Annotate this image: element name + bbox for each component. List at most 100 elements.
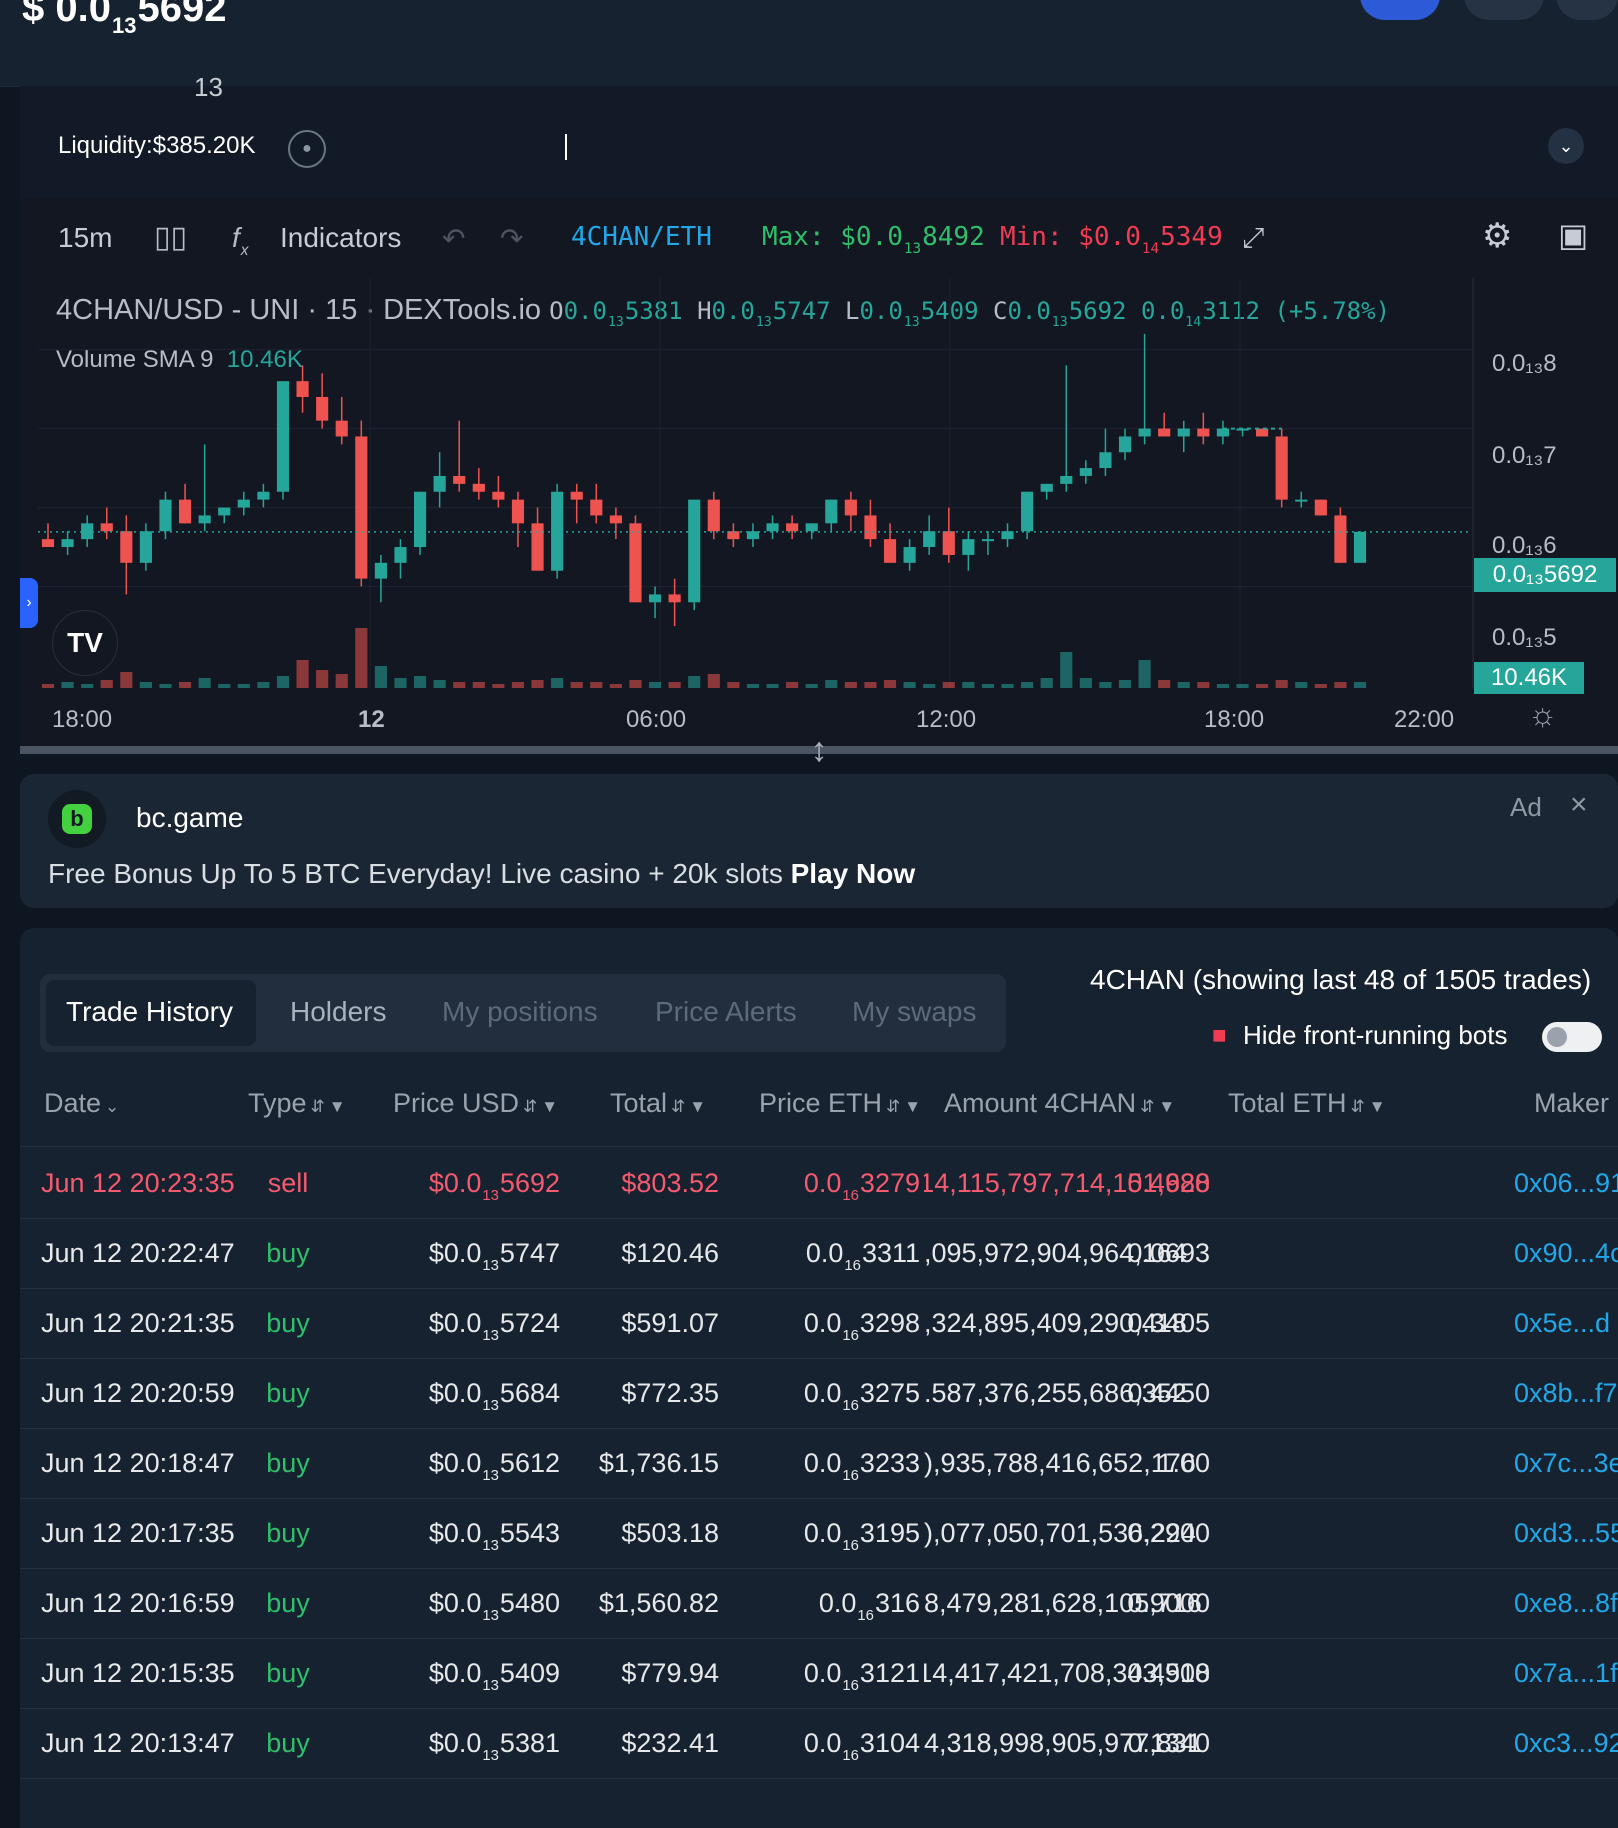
trade-price-usd: $0.0135747	[428, 1238, 560, 1275]
volume-bar	[472, 682, 485, 688]
pair-toggle[interactable]: 4CHAN/ETH	[571, 222, 712, 252]
interval-selector[interactable]: 15m	[58, 222, 112, 254]
close-icon[interactable]: ×	[1570, 788, 1588, 822]
candlestick-plot[interactable]	[20, 278, 1618, 688]
candle-body	[668, 594, 681, 603]
table-row[interactable]: Jun 12 20:20:59 buy $0.0135684 $772.35 0.016…	[20, 1358, 1618, 1429]
maker-link[interactable]: 0xe8...8f	[1514, 1588, 1618, 1619]
candle-body	[570, 491, 583, 500]
candle-body	[61, 539, 74, 548]
tab-trade-history[interactable]: Trade History	[66, 996, 233, 1028]
resize-handle-icon[interactable]: ↕	[806, 728, 832, 772]
column-header-amount[interactable]: Amount 4CHAN ⇵ ▼	[944, 1088, 1175, 1119]
gear-icon[interactable]: ⚙	[1482, 216, 1512, 256]
table-row[interactable]: Jun 12 20:13:47 buy $0.0135381 $232.41 0.016…	[20, 1708, 1618, 1779]
candle-body	[218, 507, 231, 516]
candle-body	[139, 531, 152, 563]
sort-icon[interactable]: ⇵	[886, 1097, 900, 1116]
tradingview-logo[interactable]: TV	[52, 610, 118, 676]
sort-icon[interactable]: ⇵	[671, 1097, 685, 1116]
table-row[interactable]: Jun 12 20:22:47 buy $0.0135747 $120.46 0.016…	[20, 1218, 1618, 1289]
maker-link[interactable]: 0x7c...3e	[1514, 1448, 1618, 1479]
trade-date: Jun 12 20:18:47	[41, 1448, 235, 1478]
fullscreen-icon[interactable]: ⤢	[1242, 222, 1264, 255]
volume-bar	[570, 682, 583, 688]
volume-bar	[61, 682, 74, 688]
filter-icon[interactable]: ▼	[904, 1097, 921, 1116]
tab-holders[interactable]: Holders	[290, 996, 386, 1028]
candle-body	[1256, 428, 1269, 437]
candle-body	[1275, 436, 1288, 500]
maker-link[interactable]: 0x06...91	[1514, 1168, 1618, 1199]
trade-price-usd: $0.0135381	[428, 1728, 560, 1765]
candle-body	[531, 523, 544, 571]
maker-link[interactable]: 0xc3...92	[1514, 1728, 1618, 1759]
column-header-price-eth[interactable]: Price ETH ⇵ ▼	[759, 1088, 921, 1119]
candle-body	[1177, 428, 1190, 437]
column-header-date[interactable]: Date ⌄	[44, 1088, 119, 1119]
table-row[interactable]: Jun 12 20:18:47 buy $0.0135612 $1,736.15 0.0…	[20, 1428, 1618, 1499]
maker-link[interactable]: 0x8b...f7	[1514, 1378, 1618, 1409]
column-header-price-usd[interactable]: Price USD ⇵ ▼	[393, 1088, 558, 1119]
chevron-down-icon[interactable]: ⌄	[1548, 128, 1584, 164]
fx-icon[interactable]: fx	[232, 222, 249, 260]
table-row[interactable]: Jun 12 20:17:35 buy $0.0135543 $503.18 0.016…	[20, 1498, 1618, 1569]
chevron-right-icon[interactable]: ›	[20, 578, 38, 628]
volume-bar	[139, 682, 152, 688]
volume-badge: 10.46K	[1474, 662, 1584, 694]
column-header-maker[interactable]: Maker	[1534, 1088, 1609, 1119]
column-header-total-eth[interactable]: Total ETH ⇵ ▼	[1228, 1088, 1386, 1119]
table-row[interactable]: Jun 12 20:21:35 buy $0.0135724 $591.07 0.016…	[20, 1288, 1618, 1359]
table-row[interactable]: Jun 12 20:23:35 sell $0.0135692 $803.52 0.01…	[20, 1148, 1618, 1219]
tab-my-swaps[interactable]: My swaps	[852, 996, 976, 1028]
volume-bar	[355, 628, 368, 688]
sort-icon[interactable]: ⇵	[1140, 1097, 1154, 1116]
maker-link[interactable]: 0xd3...55	[1514, 1518, 1618, 1549]
volume-bar	[864, 682, 877, 688]
trade-price-eth: 0.0163279	[803, 1168, 920, 1205]
x-tick: 12:00	[916, 706, 977, 733]
lock-icon[interactable]: ●	[288, 130, 326, 168]
axis-settings-icon[interactable]: ☼	[1528, 696, 1557, 733]
filter-icon[interactable]: ▼	[329, 1097, 346, 1116]
trade-total-eth: 1.00	[1157, 1448, 1210, 1478]
candle-body	[100, 523, 113, 532]
undo-icon[interactable]: ↶	[442, 222, 465, 255]
table-row[interactable]: Jun 12 20:16:59 buy $0.0135480 $1,560.82 0.0…	[20, 1568, 1618, 1639]
hide-bots-toggle[interactable]	[1542, 1022, 1602, 1052]
volume-bar	[746, 684, 760, 688]
maker-link[interactable]: 0x90...4c	[1514, 1238, 1618, 1269]
trade-price-eth: 0.0163195	[803, 1518, 920, 1555]
x-tick: 18:00	[1204, 706, 1265, 733]
sort-icon[interactable]: ⇵	[311, 1097, 325, 1116]
sort-icon[interactable]: ⌄	[105, 1097, 119, 1116]
column-header-type[interactable]: Type ⇵ ▼	[248, 1088, 346, 1119]
sort-icon[interactable]: ⇵	[523, 1097, 537, 1116]
volume-bar	[883, 680, 897, 688]
ad-cta-link[interactable]: Play Now	[791, 858, 915, 889]
candle-body	[864, 515, 877, 540]
candle-style-icon[interactable]: ▯▯	[154, 220, 187, 255]
sort-icon[interactable]: ⇵	[1351, 1097, 1365, 1116]
trade-total-eth: 0.4500	[1127, 1658, 1210, 1688]
tab-my-positions[interactable]: My positions	[442, 996, 598, 1028]
candle-body	[120, 531, 133, 563]
filter-icon[interactable]: ▼	[1158, 1097, 1175, 1116]
filter-icon[interactable]: ▼	[541, 1097, 558, 1116]
maker-link[interactable]: 0x7a...1f	[1514, 1658, 1618, 1689]
maker-link[interactable]: 0x5e...d	[1514, 1308, 1610, 1339]
column-header-total[interactable]: Total ⇵ ▼	[610, 1088, 706, 1119]
table-row[interactable]: Jun 12 20:15:35 buy $0.0135409 $779.94 0.016…	[20, 1638, 1618, 1709]
filter-icon[interactable]: ▼	[689, 1097, 706, 1116]
y-tick: 0.0₁₃8	[1492, 350, 1557, 377]
filter-icon[interactable]: ▼	[1369, 1097, 1386, 1116]
trade-total-eth: 0.4628	[1127, 1168, 1210, 1198]
candle-body	[453, 475, 466, 484]
tab-price-alerts[interactable]: Price Alerts	[655, 996, 797, 1028]
max-price: Max: $0.0138492	[762, 222, 985, 257]
indicators-button[interactable]: Indicators	[280, 222, 401, 254]
camera-icon[interactable]: ▣	[1558, 216, 1588, 254]
redo-icon[interactable]: ↷	[500, 222, 523, 255]
candle-body	[159, 499, 172, 532]
trade-type: buy	[266, 1588, 310, 1618]
